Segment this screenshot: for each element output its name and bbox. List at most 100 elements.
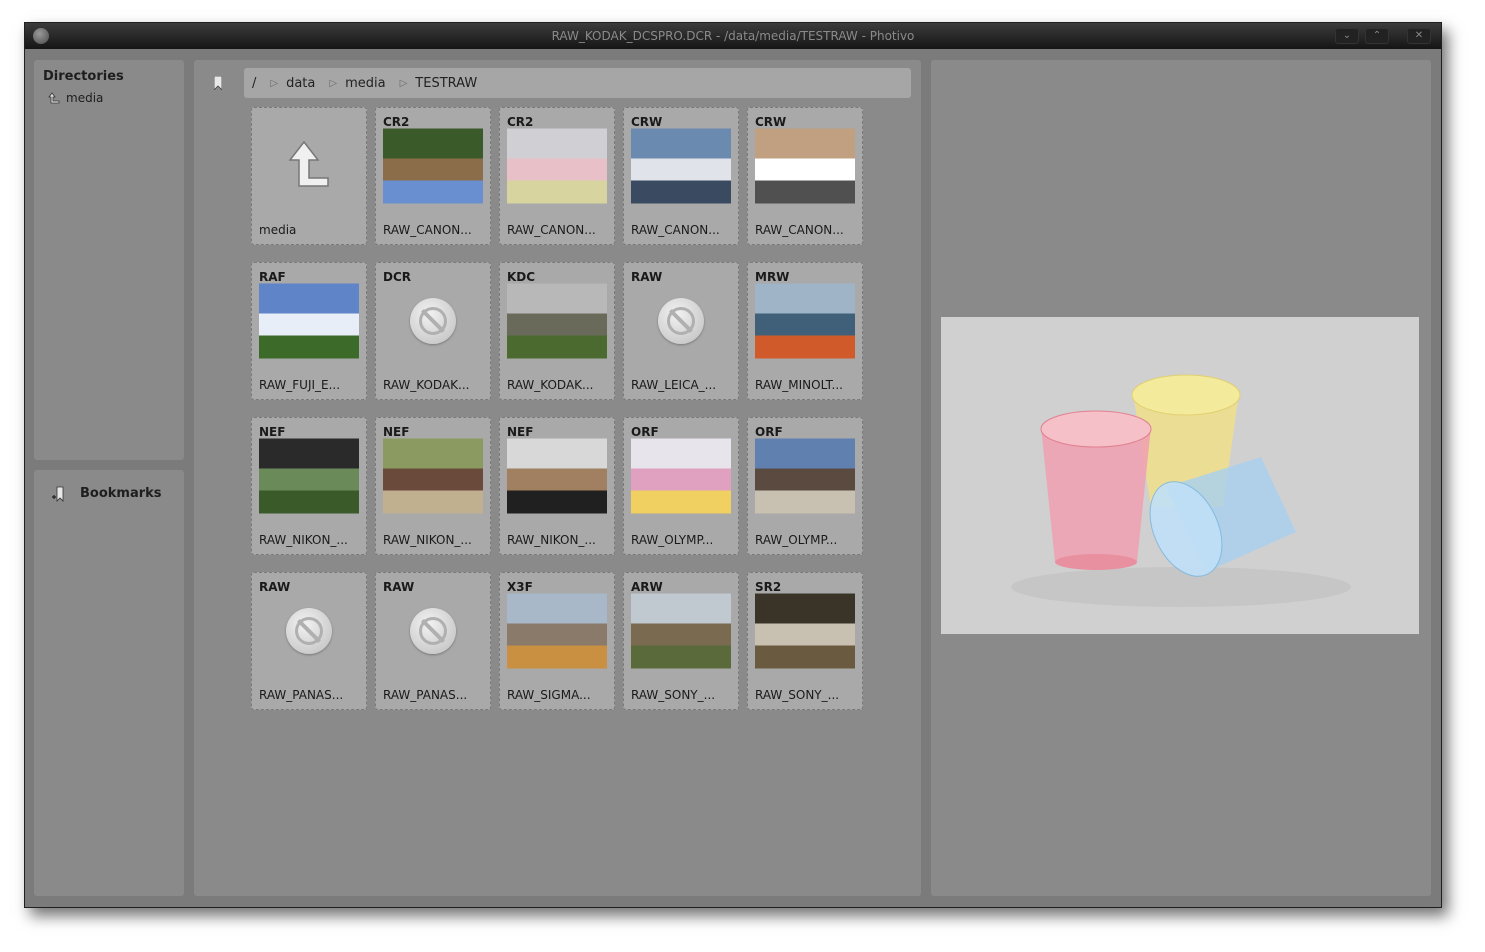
thumbnail-type-label: RAF xyxy=(259,270,286,284)
thumbnail-type-label: CR2 xyxy=(507,115,534,129)
preview-image xyxy=(941,317,1419,634)
window-title: RAW_KODAK_DCSPRO.DCR - /data/media/TESTR… xyxy=(551,29,915,43)
thumbnail-item[interactable]: CRW RAW_CANON... xyxy=(623,107,739,245)
thumbnail-type-label: CR2 xyxy=(383,115,410,129)
no-preview-icon xyxy=(658,298,704,344)
thumbnail-image xyxy=(383,128,483,204)
minimize-button[interactable]: ⌄ xyxy=(1335,28,1359,44)
thumbnail-image xyxy=(631,438,731,514)
thumbnail-filename: RAW_PANAS... xyxy=(259,688,344,702)
thumbnail-filename: RAW_OLYMP... xyxy=(631,533,714,547)
thumbnail-image xyxy=(507,593,607,669)
no-preview-icon xyxy=(410,298,456,344)
thumbnail-filename: RAW_FUJI_E... xyxy=(259,378,341,392)
directories-title: Directories xyxy=(43,69,124,84)
thumbnail-item[interactable]: RAW RAW_PANAS... xyxy=(375,572,491,710)
thumbnail-type-label: ORF xyxy=(631,425,659,439)
thumbnail-up-folder[interactable]: media xyxy=(251,107,367,245)
breadcrumb-root[interactable]: / xyxy=(252,76,256,91)
thumbnail-type-label: DCR xyxy=(383,270,412,284)
bookmarks-panel: Bookmarks xyxy=(34,470,184,896)
maximize-button[interactable]: ⌃ xyxy=(1365,28,1389,44)
thumbnail-item[interactable]: CR2 RAW_CANON... xyxy=(499,107,615,245)
thumbnail-image xyxy=(631,593,731,669)
bookmark-icon[interactable] xyxy=(214,76,222,90)
thumbnail-image xyxy=(259,438,359,514)
thumbnail-item[interactable]: MRW RAW_MINOLT... xyxy=(747,262,863,400)
thumbnail-image xyxy=(631,128,731,204)
directories-panel: Directories media xyxy=(34,60,184,460)
no-preview-icon xyxy=(410,608,456,654)
thumbnail-image xyxy=(507,438,607,514)
thumbnail-item[interactable]: RAF RAW_FUJI_E... xyxy=(251,262,367,400)
no-preview-icon xyxy=(286,608,332,654)
up-arrow-icon xyxy=(48,91,60,103)
thumbnail-type-label: NEF xyxy=(259,425,286,439)
thumbnail-type-label: CRW xyxy=(755,115,787,129)
title-bar[interactable]: RAW_KODAK_DCSPRO.DCR - /data/media/TESTR… xyxy=(25,23,1441,49)
thumbnail-filename: RAW_SONY_... xyxy=(631,688,716,702)
close-button[interactable]: ✕ xyxy=(1407,28,1431,44)
thumbnail-filename: RAW_NIKON_... xyxy=(507,533,596,547)
thumbnail-type-label: X3F xyxy=(507,580,533,594)
thumbnail-type-label: RAW xyxy=(259,580,291,594)
thumbnail-filename: RAW_NIKON_... xyxy=(383,533,472,547)
thumbnail-type-label: KDC xyxy=(507,270,536,284)
thumbnail-filename: RAW_MINOLT... xyxy=(755,378,843,392)
thumbnail-type-label: ARW xyxy=(631,580,663,594)
thumbnail-filename: RAW_CANON... xyxy=(383,223,472,237)
thumbnail-item[interactable]: NEF RAW_NIKON_... xyxy=(375,417,491,555)
thumbnail-item[interactable]: CRW RAW_CANON... xyxy=(747,107,863,245)
thumbnail-type-label: RAW xyxy=(383,580,415,594)
thumbnail-type-label: NEF xyxy=(507,425,534,439)
chevron-right-icon: ▷ xyxy=(270,77,279,89)
thumbnail-filename: RAW_CANON... xyxy=(507,223,596,237)
thumbnail-item[interactable]: X3F RAW_SIGMA... xyxy=(499,572,615,710)
thumbnail-filename: RAW_KODAK... xyxy=(507,378,594,392)
thumbnail-item[interactable]: KDC RAW_KODAK... xyxy=(499,262,615,400)
thumbnail-image xyxy=(755,593,855,669)
thumbnail-image xyxy=(755,128,855,204)
thumbnail-filename: RAW_OLYMP... xyxy=(755,533,838,547)
bookmarks-title: Bookmarks xyxy=(80,486,162,501)
breadcrumb-data[interactable]: data xyxy=(286,76,315,91)
thumbnail-filename: RAW_SONY_... xyxy=(755,688,840,702)
thumbnail-item[interactable]: ARW RAW_SONY_... xyxy=(623,572,739,710)
thumbnail-type-label: NEF xyxy=(383,425,410,439)
thumbnail-item[interactable]: DCR RAW_KODAK... xyxy=(375,262,491,400)
thumbnail-item[interactable]: ORF RAW_OLYMP... xyxy=(747,417,863,555)
thumbnail-type-label: SR2 xyxy=(755,580,782,594)
chevron-right-icon: ▷ xyxy=(399,77,408,89)
thumbnail-filename: RAW_KODAK... xyxy=(383,378,470,392)
breadcrumb-media[interactable]: media xyxy=(345,76,386,91)
thumbnail-image xyxy=(507,128,607,204)
thumbnail-filename: RAW_PANAS... xyxy=(383,688,468,702)
thumbnail-type-label: RAW xyxy=(631,270,663,284)
thumbnail-item[interactable]: NEF RAW_NIKON_... xyxy=(499,417,615,555)
thumbnail-type-label: ORF xyxy=(755,425,783,439)
add-bookmark-icon[interactable] xyxy=(50,486,66,502)
thumbnail-item[interactable]: RAW RAW_LEICA_... xyxy=(623,262,739,400)
thumbnail-image xyxy=(259,283,359,359)
thumbnail-item[interactable]: ORF RAW_OLYMP... xyxy=(623,417,739,555)
thumbnail-type-label: MRW xyxy=(755,270,790,284)
thumbnail-filename: media xyxy=(259,223,297,237)
chevron-right-icon: ▷ xyxy=(329,77,338,89)
preview-panel xyxy=(931,60,1431,896)
file-browser-panel: / ▷ data ▷ media ▷ TESTRAW media CR2 RAW_C… xyxy=(194,60,921,896)
thumbnail-filename: RAW_CANON... xyxy=(631,223,720,237)
directory-item-media[interactable]: media xyxy=(48,91,103,105)
thumbnail-filename: RAW_SIGMA... xyxy=(507,688,591,702)
thumbnail-item[interactable]: RAW RAW_PANAS... xyxy=(251,572,367,710)
thumbnail-item[interactable]: NEF RAW_NIKON_... xyxy=(251,417,367,555)
thumbnail-image xyxy=(383,438,483,514)
thumbnail-filename: RAW_NIKON_... xyxy=(259,533,348,547)
photivo-logo-icon xyxy=(33,28,49,44)
thumbnail-image xyxy=(755,283,855,359)
breadcrumb-testraw[interactable]: TESTRAW xyxy=(415,76,477,91)
thumbnail-item[interactable]: CR2 RAW_CANON... xyxy=(375,107,491,245)
up-arrow-icon xyxy=(288,140,329,187)
directory-label: media xyxy=(66,91,104,105)
thumbnail-filename: RAW_LEICA_... xyxy=(631,378,717,392)
thumbnail-item[interactable]: SR2 RAW_SONY_... xyxy=(747,572,863,710)
